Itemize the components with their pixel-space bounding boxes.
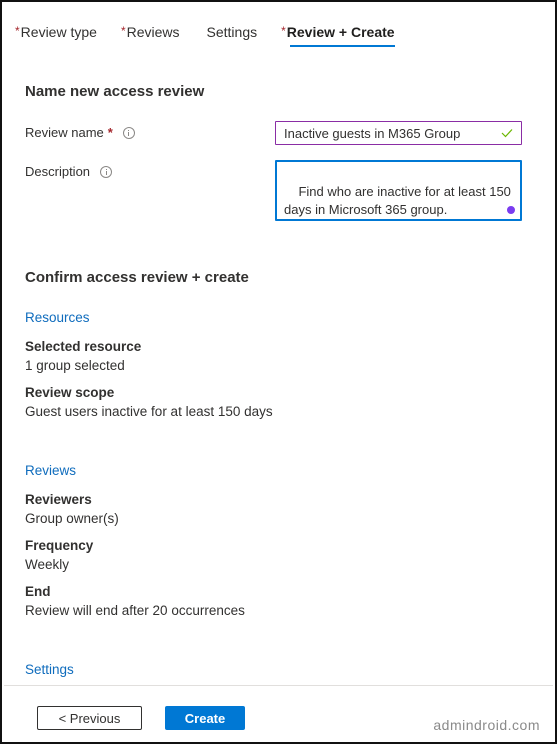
grammarly-icon[interactable] (507, 206, 515, 214)
review-name-value: Inactive guests in M365 Group (284, 125, 461, 141)
footer-divider (4, 685, 553, 686)
required-marker: * (15, 24, 20, 38)
tab-review-type[interactable]: *Review type (15, 24, 97, 48)
reviews-link[interactable]: Reviews (25, 463, 76, 478)
description-value: Find who are inactive for at least 150 d… (284, 184, 511, 217)
description-label-text: Description (25, 164, 91, 179)
wizard-panel: *Review type *Reviews Settings *Review +… (0, 0, 557, 744)
tab-label: Review type (20, 24, 97, 40)
review-name-input[interactable]: Inactive guests in M365 Group (275, 121, 522, 145)
required-marker: * (107, 125, 113, 140)
wizard-tabs: *Review type *Reviews Settings *Review +… (15, 24, 419, 50)
check-icon (501, 129, 513, 138)
selected-resource-value: 1 group selected (25, 358, 125, 373)
tab-reviews[interactable]: *Reviews (121, 24, 180, 48)
review-name-label-text: Review name (25, 125, 104, 140)
watermark: admindroid.com (433, 717, 540, 733)
end-label: End (25, 584, 51, 599)
review-scope-label: Review scope (25, 385, 115, 400)
tab-review-create[interactable]: *Review + Create (281, 24, 395, 48)
frequency-label: Frequency (25, 538, 94, 553)
active-tab-indicator (290, 45, 395, 47)
tab-label: Settings (206, 24, 258, 40)
info-icon[interactable] (100, 165, 113, 178)
confirm-section-heading: Confirm access review + create (25, 269, 249, 286)
tab-label: Review + Create (286, 24, 395, 40)
reviewers-value: Group owner(s) (25, 511, 119, 526)
reviewers-label: Reviewers (25, 492, 92, 507)
selected-resource-label: Selected resource (25, 339, 142, 354)
frequency-value: Weekly (25, 557, 70, 572)
description-textarea[interactable]: Find who are inactive for at least 150 d… (275, 160, 522, 221)
name-section-heading: Name new access review (25, 83, 205, 100)
previous-button[interactable]: < Previous (37, 706, 142, 730)
tab-label: Reviews (126, 24, 180, 40)
review-scope-value: Guest users inactive for at least 150 da… (25, 404, 273, 419)
resources-link[interactable]: Resources (25, 310, 90, 325)
create-button[interactable]: Create (165, 706, 245, 730)
end-value: Review will end after 20 occurrences (25, 603, 245, 618)
review-name-label: Review name * (25, 125, 135, 140)
required-marker: * (281, 24, 286, 38)
description-label: Description (25, 164, 113, 179)
info-icon[interactable] (122, 126, 135, 139)
required-marker: * (120, 24, 126, 38)
tab-settings[interactable]: Settings (206, 24, 258, 48)
settings-link[interactable]: Settings (25, 662, 74, 677)
